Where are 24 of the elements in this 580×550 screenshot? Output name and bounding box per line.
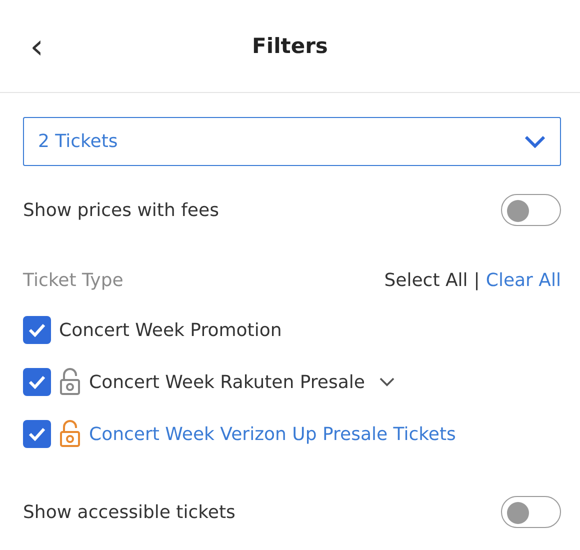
separator: |	[474, 270, 480, 290]
select-all-link[interactable]: Select All	[384, 270, 468, 290]
checkbox[interactable]	[23, 316, 51, 344]
chevron-down-icon[interactable]	[378, 377, 395, 387]
ticket-type-label: Concert Week Promotion	[59, 320, 282, 340]
ticket-type-label: Concert Week Verizon Up Presale Tickets	[89, 424, 456, 444]
ticket-quantity-select[interactable]: 2 Tickets	[23, 117, 561, 166]
section-heading: Ticket Type	[23, 270, 124, 290]
clear-all-link[interactable]: Clear All	[486, 270, 561, 290]
toggle-switch[interactable]	[501, 496, 561, 528]
accessible-toggle-label: Show accessible tickets	[23, 502, 236, 522]
checkmark-icon	[28, 427, 46, 441]
back-button[interactable]: ‹	[30, 30, 44, 64]
checkbox[interactable]	[23, 368, 51, 396]
chevron-down-icon[interactable]	[524, 134, 546, 148]
checkmark-icon	[28, 375, 46, 389]
padlock-icon	[59, 368, 81, 396]
ticket-type-label: Concert Week Rakuten Presale	[89, 372, 365, 392]
padlock-icon	[59, 420, 81, 448]
checkmark-icon	[28, 323, 46, 337]
page-title: Filters	[252, 34, 328, 58]
fees-toggle-label: Show prices with fees	[23, 200, 219, 220]
toggle-switch[interactable]	[501, 194, 561, 226]
checkbox[interactable]	[23, 420, 51, 448]
